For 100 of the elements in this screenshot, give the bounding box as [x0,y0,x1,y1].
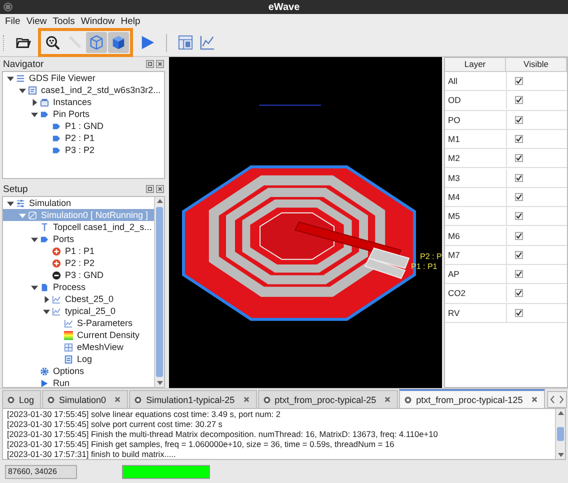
tree-item[interactable]: P1 : P1 [3,245,154,257]
play-icon [40,378,49,387]
chip-icon [134,396,142,404]
menu-item[interactable]: Window [78,16,118,27]
tree-item[interactable]: eMeshView [3,341,154,353]
column-header[interactable]: Visible [506,58,567,71]
tag-icon [40,234,49,244]
viewport[interactable]: P2 : P P1 : P1 [169,57,442,388]
chart-icon [64,318,73,328]
tree-item[interactable]: typical_25_0 [3,305,154,317]
expand-arrow-icon[interactable] [31,284,38,290]
tree-item[interactable]: Options [3,365,154,377]
collapse-arrow-icon[interactable] [31,98,38,106]
log-line: [2023-01-30 17:55:45] solve linear equations cost time: 3.49 s, port num: 2 [7,409,282,419]
tree-item[interactable]: P3 : GND [3,269,154,281]
checkbox[interactable] [515,174,523,182]
menu-item[interactable]: Help [118,16,144,27]
column-header[interactable]: Layer [445,58,506,71]
scrollbar[interactable] [154,197,164,387]
tab[interactable]: Simulation0 [42,390,128,408]
coordinates-field: 87660, 34026 [5,464,77,478]
tree-item[interactable]: Pin Ports [3,108,164,120]
tree-item[interactable]: Run [3,377,154,387]
checkbox[interactable] [515,77,523,86]
table-cell: M3 [445,168,507,187]
expand-arrow-icon[interactable] [31,236,38,242]
tree-item[interactable]: Log [3,353,154,365]
log-line: [2023-01-30 17:55:45] Finish the multi-thread Matrix decomposition. numThread: 16, MatrixD: 13673, freq: 4.110e+10 [7,429,439,439]
tab[interactable]: Log [2,390,42,408]
tree-item[interactable]: Simulation [3,197,154,209]
chip-icon [47,396,56,404]
close-icon[interactable] [242,396,250,403]
document-icon [40,282,49,292]
tree-item[interactable]: P2 : P1 [3,132,164,144]
tree-item[interactable]: Topcell case1_ind_2_s... [3,221,154,233]
checkbox[interactable] [515,96,523,104]
expand-arrow-icon[interactable] [19,86,26,94]
tree-item[interactable]: S-Parameters [3,317,154,329]
chart-icon [52,294,61,304]
float-icon[interactable] [146,60,154,68]
expand-arrow-icon[interactable] [43,308,50,314]
scrollbar[interactable] [555,409,565,459]
window-menu-icon[interactable] [3,2,13,12]
table-cell: M4 [445,188,507,206]
close-icon[interactable] [114,396,122,403]
port-label: P1 : P1 [411,262,438,271]
checkbox[interactable] [515,192,523,201]
scroll-down-icon[interactable] [556,451,564,459]
checkbox[interactable] [515,308,523,317]
cube-solid-icon[interactable] [108,32,129,53]
checkbox[interactable] [515,154,523,162]
close-icon[interactable] [156,185,164,193]
checkbox[interactable] [515,212,523,220]
tree-item[interactable]: P1 : GND [3,120,164,132]
chip-icon [404,396,412,404]
heatmap-icon [64,330,73,340]
menu-item[interactable]: File [2,16,24,27]
tab[interactable]: ptxt_from_proc-typical-125 [399,389,545,408]
tree-item[interactable]: Process [3,281,154,293]
file-icon [28,86,37,94]
checkbox[interactable] [515,135,523,144]
expand-arrow-icon[interactable] [31,110,38,118]
checkbox[interactable] [515,270,523,278]
scroll-down-icon[interactable] [156,379,164,387]
tree-item[interactable]: GDS File Viewer [3,72,164,84]
tab-scroll-arrows-icon[interactable] [546,391,567,408]
float-icon[interactable] [146,185,154,193]
plus-icon [52,258,61,268]
tree-item[interactable]: P3 : P2 [3,144,164,156]
checkbox[interactable] [515,116,523,124]
tab[interactable]: Simulation1-typical-25 [129,390,257,408]
mesh-icon [64,342,73,352]
close-icon[interactable] [156,60,164,68]
close-icon[interactable] [530,396,538,403]
expand-arrow-icon[interactable] [7,200,14,206]
list-icon [16,74,25,82]
table-cell: CO2 [445,284,507,302]
tree-item[interactable]: Cbest_25_0 [3,293,154,305]
close-icon[interactable] [384,396,392,403]
tree-item[interactable]: case1_ind_2_std_w6s3n3r2... [3,84,164,96]
window-title: eWave [268,2,300,12]
checkbox[interactable] [515,250,523,259]
checkbox[interactable] [515,289,523,298]
tree-item[interactable]: Current Density [3,329,154,341]
collapse-arrow-icon[interactable] [43,296,50,302]
tab[interactable]: ptxt_from_proc-typical-25 [258,390,398,408]
menu-item[interactable]: View [23,16,50,27]
expand-arrow-icon[interactable] [7,74,14,82]
tree-item[interactable]: P2 : P2 [3,257,154,269]
table-cell: M1 [445,130,507,148]
tree-item[interactable]: Instances [3,96,164,108]
table-cell: All [445,72,507,90]
scroll-up-icon[interactable] [156,197,164,205]
tree-item[interactable]: Ports [3,233,154,245]
port-label: P2 : P [420,252,442,261]
panel-title: Setup [3,184,28,194]
checkbox[interactable] [515,232,523,240]
menu-item[interactable]: Tools [50,16,78,27]
log-line: [2023-01-30 17:55:45] Finish get samples, freq = 1.060000e+10, size = 36, time = 0.59s, threadNum = 16 [7,439,396,449]
log-line: [2023-01-30 17:55:45] solve port current cost time: 30.27 s [7,419,224,429]
